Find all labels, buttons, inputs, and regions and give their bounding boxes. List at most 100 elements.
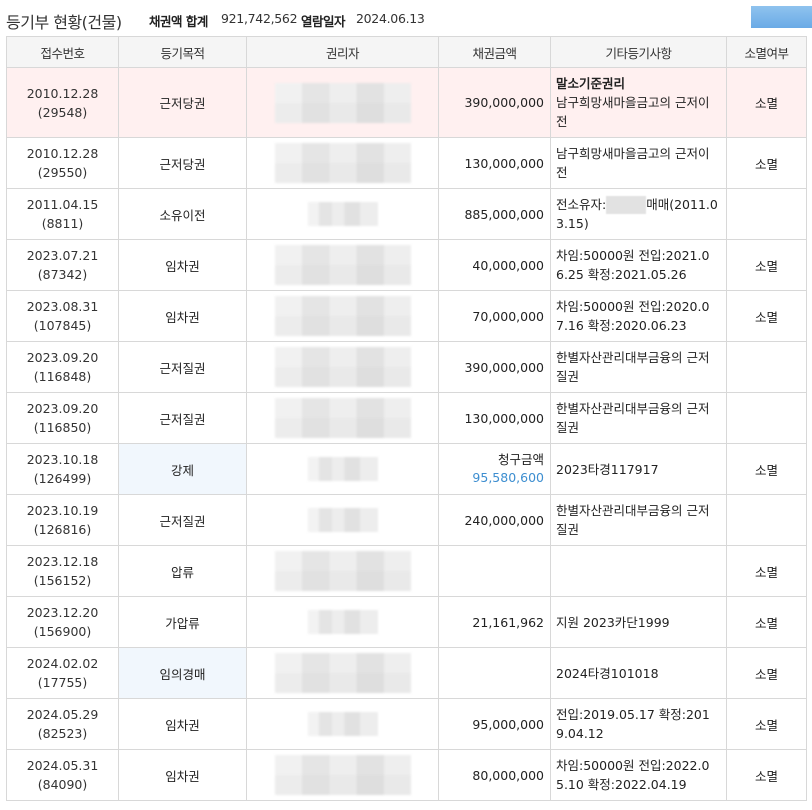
table-row: 2023.10.18 (126499) 강제 청구금액 95,580,600 2023타경…	[6, 443, 807, 495]
purpose-cell: 임차권	[118, 749, 247, 801]
status-cell: 소멸	[726, 647, 807, 699]
receipt-date: 2023.07.21	[26, 248, 99, 263]
receipt-cell: 2024.05.31 (84090)	[6, 749, 119, 801]
base-right-label: 말소기준권리	[556, 76, 626, 91]
receipt-cell: 2023.09.20 (116850)	[6, 392, 119, 444]
etc-text: 차임:50000원 전입:2022.05.10 확정:2022.04.19	[556, 758, 710, 792]
header-action-button[interactable]	[751, 6, 812, 28]
receipt-date: 2010.12.28	[26, 146, 99, 161]
view-date-value: 2024.06.13	[356, 11, 425, 26]
holder-redacted	[274, 551, 411, 591]
holder-cell	[246, 239, 439, 291]
etc-text: 한별자산관리대부금융의 근저질권	[556, 503, 710, 537]
receipt-date: 2024.05.31	[26, 758, 99, 773]
receipt-cell: 2010.12.28 (29548)	[6, 67, 119, 138]
receipt-number: (17755)	[37, 675, 88, 690]
table-row: 2023.09.20 (116850) 근저질권 130,000,000 한별자산관리대…	[6, 392, 807, 444]
holder-redacted	[307, 610, 378, 634]
etc-cell: 지원 2023카단1999	[550, 596, 727, 648]
holder-cell	[246, 290, 439, 342]
receipt-number: (126499)	[33, 471, 92, 486]
purpose-cell: 강제	[118, 443, 247, 495]
table-row: 2023.12.20 (156900) 가압류 21,161,962 지원 2023카단…	[6, 596, 807, 648]
amount-cell	[438, 545, 551, 597]
holder-redacted	[274, 245, 411, 285]
status-cell: 소멸	[726, 545, 807, 597]
receipt-number: (8811)	[41, 216, 84, 231]
receipt-date: 2011.04.15	[26, 197, 99, 212]
etc-cell: 차임:50000원 전입:2020.07.16 확정:2020.06.23	[550, 290, 727, 342]
table-header-row: 접수번호 등기목적 권리자 채권금액 기타등기사항 소멸여부	[6, 36, 807, 68]
purpose-cell: 임의경매	[118, 647, 247, 699]
claim-total-value: 921,742,562	[221, 11, 298, 26]
purpose-cell: 근저당권	[118, 67, 247, 138]
status-cell: 소멸	[726, 67, 807, 138]
etc-text: 남구희망새마을금고의 근저이전	[556, 146, 710, 180]
amount-cell: 40,000,000	[438, 239, 551, 291]
receipt-number: (29548)	[37, 104, 88, 120]
redacted-name	[606, 196, 647, 215]
etc-text: 전입:2019.05.17 확정:2019.04.12	[556, 707, 710, 741]
registry-table: 접수번호 등기목적 권리자 채권금액 기타등기사항 소멸여부 2010.12.2…	[6, 36, 807, 801]
table-row: 2010.12.28 (29550) 근저당권 130,000,000 남구희망새마을금…	[6, 137, 807, 189]
etc-cell: 2024타경101018	[550, 647, 727, 699]
status-cell: 소멸	[726, 290, 807, 342]
receipt-date: 2023.09.20	[26, 350, 99, 365]
status-cell: 소멸	[726, 698, 807, 750]
receipt-date: 2010.12.28	[26, 85, 99, 101]
claim-total-label: 채권액 합계	[149, 14, 208, 29]
holder-redacted	[274, 143, 411, 183]
etc-cell: 차임:50000원 전입:2021.06.25 확정:2021.05.26	[550, 239, 727, 291]
receipt-cell: 2024.02.02 (17755)	[6, 647, 119, 699]
receipt-cell: 2023.09.20 (116848)	[6, 341, 119, 393]
holder-cell	[246, 596, 439, 648]
claim-amount-label: 청구금액	[497, 452, 544, 467]
amount-cell: 70,000,000	[438, 290, 551, 342]
receipt-cell: 2023.10.19 (126816)	[6, 494, 119, 546]
receipt-number: (84090)	[37, 777, 88, 792]
holder-redacted	[274, 755, 411, 795]
receipt-cell: 2023.08.31 (107845)	[6, 290, 119, 342]
receipt-date: 2023.08.31	[26, 299, 99, 314]
receipt-date: 2023.12.18	[26, 554, 99, 569]
holder-redacted	[307, 457, 378, 481]
receipt-date: 2024.02.02	[26, 656, 99, 671]
holder-redacted	[274, 653, 411, 693]
receipt-date: 2024.05.29	[26, 707, 99, 722]
holder-cell	[246, 647, 439, 699]
holder-cell	[246, 137, 439, 189]
etc-text: 한별자산관리대부금융의 근저질권	[556, 401, 710, 435]
table-row: 2023.08.31 (107845) 임차권 70,000,000 차임:50000원…	[6, 290, 807, 342]
receipt-cell: 2023.07.21 (87342)	[6, 239, 119, 291]
etc-cell: 남구희망새마을금고의 근저이전	[550, 137, 727, 189]
holder-cell	[246, 698, 439, 750]
receipt-date: 2023.10.18	[26, 452, 99, 467]
etc-cell	[550, 545, 727, 597]
status-cell: 소멸	[726, 239, 807, 291]
amount-cell: 885,000,000	[438, 188, 551, 240]
receipt-date: 2023.12.20	[26, 605, 99, 620]
purpose-cell: 임차권	[118, 698, 247, 750]
receipt-date: 2023.09.20	[26, 401, 99, 416]
holder-redacted	[274, 347, 411, 387]
status-cell	[726, 188, 807, 240]
amount-cell: 130,000,000	[438, 392, 551, 444]
receipt-number: (87342)	[37, 267, 88, 282]
etc-text: 전소유자:	[556, 196, 607, 212]
amount-cell: 95,000,000	[438, 698, 551, 750]
amount-cell: 130,000,000	[438, 137, 551, 189]
holder-cell	[246, 494, 439, 546]
holder-cell	[246, 545, 439, 597]
amount-cell: 21,161,962	[438, 596, 551, 648]
purpose-cell: 가압류	[118, 596, 247, 648]
amount-cell: 390,000,000	[438, 67, 551, 138]
etc-cell: 전입:2019.05.17 확정:2019.04.12	[550, 698, 727, 750]
etc-cell: 한별자산관리대부금융의 근저질권	[550, 341, 727, 393]
purpose-cell: 근저질권	[118, 392, 247, 444]
table-row: 2010.12.28 (29548) 근저당권 390,000,000 말소기준권리 남구…	[6, 67, 807, 138]
receipt-number: (156900)	[33, 624, 92, 639]
table-row: 2023.07.21 (87342) 임차권 40,000,000 차임:50000원 …	[6, 239, 807, 291]
holder-cell	[246, 443, 439, 495]
amount-cell: 80,000,000	[438, 749, 551, 801]
holder-redacted	[274, 296, 411, 336]
